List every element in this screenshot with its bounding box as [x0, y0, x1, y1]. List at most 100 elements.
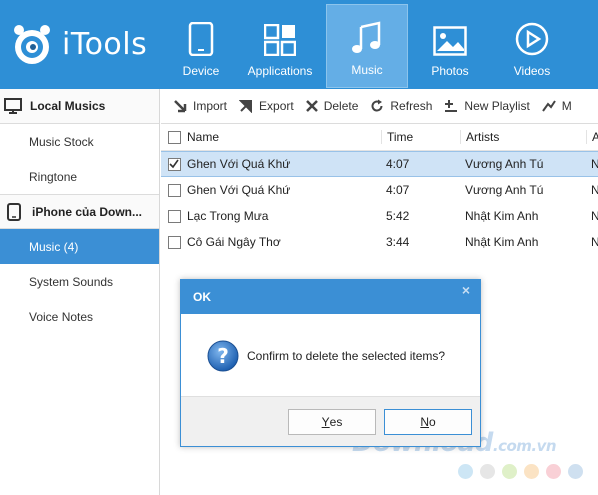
dialog-body: ? Confirm to delete the selected items? — [181, 314, 480, 398]
music-note-icon — [352, 21, 381, 53]
new-playlist-label: New Playlist — [464, 99, 530, 113]
sidebar-section-device[interactable]: iPhone của Down... — [0, 194, 159, 229]
nav-videos-label: Videos — [513, 64, 551, 78]
sidebar: Local Musics Music Stock Ringtone iPhone… — [0, 89, 160, 495]
select-all-checkbox[interactable] — [167, 130, 181, 144]
export-label: Export — [259, 99, 294, 113]
monitor-icon — [4, 98, 22, 114]
sidebar-item-label: Voice Notes — [29, 309, 94, 324]
svg-text:?: ? — [217, 344, 229, 368]
no-accelerator: N — [420, 415, 429, 429]
play-icon — [515, 22, 549, 56]
phone-small-icon — [7, 202, 21, 221]
cell-album: N — [591, 157, 598, 171]
cell-name: Ghen Với Quá Khứ — [187, 183, 291, 197]
sidebar-item-label: Music Stock — [29, 134, 94, 149]
column-header-artists[interactable]: Artists — [460, 130, 586, 144]
dialog-footer: Yes No — [181, 396, 480, 446]
cell-artist: Nhật Kim Anh — [465, 235, 539, 249]
more-label: M — [561, 99, 572, 113]
refresh-icon — [371, 99, 383, 112]
more-button[interactable]: M — [541, 99, 572, 113]
sidebar-item-voice-notes[interactable]: Voice Notes — [0, 299, 159, 334]
question-icon: ? — [207, 340, 239, 372]
checkmark-icon — [169, 159, 179, 169]
refresh-label: Refresh — [390, 99, 433, 113]
new-playlist-icon — [445, 100, 458, 112]
cell-album: N — [591, 183, 598, 197]
sidebar-item-music-stock[interactable]: Music Stock — [0, 124, 159, 159]
confirm-dialog: OK × ? Confirm to delete the selected it… — [180, 279, 481, 447]
nav-device[interactable]: Device — [168, 4, 234, 88]
itools-logo-icon — [8, 20, 56, 68]
table-row[interactable]: Lạc Trong Mưa 5:42 Nhật Kim Anh N — [161, 203, 598, 229]
delete-label: Delete — [323, 99, 359, 113]
cell-name: Cô Gái Ngây Thơ — [187, 235, 281, 249]
sidebar-item-label: System Sounds — [29, 274, 114, 289]
sidebar-item-music[interactable]: Music (4) — [0, 229, 159, 264]
sidebar-item-system-sounds[interactable]: System Sounds — [0, 264, 159, 299]
yes-button[interactable]: Yes — [288, 409, 376, 435]
import-label: Import — [193, 99, 228, 113]
apps-grid-icon — [264, 24, 296, 56]
cell-time: 5:42 — [386, 209, 410, 223]
sidebar-section-device-label: iPhone của Down... — [32, 204, 143, 219]
no-label: o — [428, 415, 436, 429]
nav-photos-label: Photos — [431, 64, 469, 78]
nav-music[interactable]: Music — [326, 4, 408, 88]
table-header: Name Time Artists A — [161, 124, 598, 151]
dialog-titlebar: OK × — [181, 280, 480, 314]
nav-music-label: Music — [351, 63, 383, 77]
watermark-dots — [458, 464, 590, 479]
sidebar-section-local[interactable]: Local Musics — [0, 89, 159, 124]
refresh-button[interactable]: Refresh — [370, 99, 432, 113]
export-button[interactable]: Export — [239, 99, 294, 113]
nav-photos[interactable]: Photos — [408, 4, 492, 88]
yes-label: es — [329, 415, 343, 429]
nav-applications-label: Applications — [247, 64, 313, 78]
row-checkbox[interactable] — [167, 157, 181, 171]
nav-videos[interactable]: Videos — [492, 4, 572, 88]
import-icon — [174, 100, 187, 113]
table-row[interactable]: Ghen Với Quá Khứ 4:07 Vương Anh Tú N — [161, 151, 598, 177]
yes-accelerator: Y — [321, 415, 330, 429]
sidebar-item-ringtone[interactable]: Ringtone — [0, 159, 159, 194]
new-playlist-button[interactable]: New Playlist — [444, 99, 530, 113]
import-button[interactable]: Import — [173, 99, 227, 113]
phone-icon — [188, 22, 214, 56]
sidebar-item-label: Ringtone — [29, 169, 78, 184]
cell-album: N — [591, 209, 598, 223]
more-icon — [541, 100, 556, 112]
column-header-time[interactable]: Time — [381, 130, 460, 144]
no-button[interactable]: No — [384, 409, 472, 435]
nav-applications[interactable]: Applications — [234, 4, 326, 88]
table-row[interactable]: Cô Gái Ngây Thơ 3:44 Nhật Kim Anh N — [161, 229, 598, 255]
cell-artist: Vương Anh Tú — [465, 157, 544, 171]
cell-artist: Vương Anh Tú — [465, 183, 544, 197]
row-checkbox[interactable] — [167, 183, 181, 197]
cell-time: 4:07 — [386, 183, 410, 197]
column-header-name[interactable]: Name — [187, 130, 381, 144]
export-icon — [239, 100, 253, 113]
sidebar-item-label: Music (4) — [29, 239, 79, 254]
photo-icon — [433, 26, 467, 56]
row-checkbox[interactable] — [167, 235, 181, 249]
column-header-album[interactable]: A — [586, 130, 598, 144]
delete-button[interactable]: Delete — [305, 99, 359, 113]
dialog-message: Confirm to delete the selected items? — [247, 349, 446, 363]
dialog-title: OK — [193, 290, 211, 304]
cell-artist: Nhật Kim Anh — [465, 209, 539, 223]
watermark-suffix: .com.vn — [492, 437, 557, 455]
music-table: Name Time Artists A Ghen Với Quá Khứ 4:0… — [161, 124, 598, 255]
sidebar-section-local-label: Local Musics — [30, 99, 106, 113]
app-name: iTools — [62, 26, 148, 62]
cell-time: 3:44 — [386, 235, 410, 249]
nav-device-label: Device — [182, 64, 220, 78]
app-header: iTools Device Applications Music Photos … — [0, 0, 598, 89]
dialog-close-button[interactable]: × — [462, 282, 470, 298]
main-nav: Device Applications Music Photos Videos — [168, 0, 572, 89]
app-logo: iTools — [8, 20, 147, 68]
cell-name: Ghen Với Quá Khứ — [187, 157, 291, 171]
table-row[interactable]: Ghen Với Quá Khứ 4:07 Vương Anh Tú N — [161, 177, 598, 203]
row-checkbox[interactable] — [167, 209, 181, 223]
